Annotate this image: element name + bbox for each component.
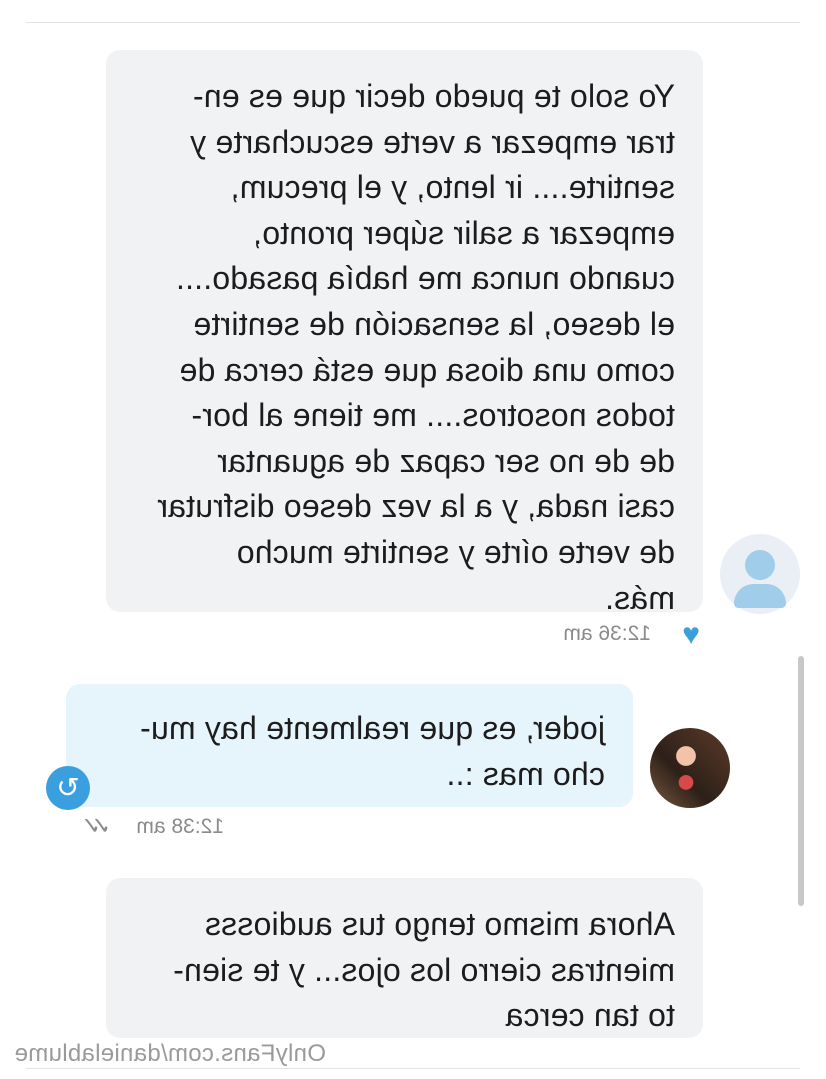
scrollbar[interactable] <box>798 656 804 906</box>
message-bubble-incoming[interactable]: Ahora mismo tengo tus audiosss mientras … <box>106 878 703 1038</box>
message-timestamp: 12:36 am <box>563 622 651 645</box>
message-text-line: cho mas :.. <box>446 755 605 792</box>
message-text-line: cuando nunca me había pasado.... <box>175 260 675 297</box>
message-text-line: más. <box>604 579 675 616</box>
message-text-line: sentirte.... ir lento, y el precum, <box>230 169 676 206</box>
message-text-line: trar empezar a verte escucharte y <box>189 123 675 160</box>
message-text-line: de verte oírte y sentirte mucho <box>236 533 675 570</box>
message-text-line: casi nada, y a la vez deseo disfrutar <box>157 488 675 525</box>
message-bubble-outgoing[interactable]: joder, es que realmente hay mu- cho mas … <box>66 684 633 807</box>
heart-icon[interactable]: ♥ <box>682 618 700 651</box>
creator-avatar[interactable] <box>650 728 730 808</box>
message-text-line: to tan cerca <box>505 997 675 1034</box>
message-timestamp: 12:38 am <box>136 815 224 838</box>
message-text-line: Ahora mismo tengo tus audiosss <box>204 906 675 942</box>
message-text-line: el deseo, la sensación de sentirte <box>193 305 675 342</box>
user-avatar-icon[interactable] <box>720 534 800 614</box>
watermark: OnlyFans.com/danielablume <box>14 1040 326 1067</box>
message-text-line: mientras cierro los ojos... y te sien- <box>173 951 675 988</box>
message-text-line: joder, es que realmente hay mu- <box>139 710 605 746</box>
avatar-body-shape <box>734 584 786 608</box>
message-text-line: de de no ser capaz de aguantar <box>217 442 675 479</box>
bottom-divider <box>26 1068 800 1069</box>
message-text-line: todos nosotros.... me tiene al bor- <box>191 397 675 434</box>
refresh-icon[interactable]: ↻ <box>46 766 90 810</box>
message-text-line: como una diosa que está cerca de <box>179 351 675 388</box>
chat-view: Yo solo te puedo decir que es en- trar e… <box>0 0 826 1079</box>
message-bubble-incoming[interactable]: Yo solo te puedo decir que es en- trar e… <box>106 50 703 616</box>
double-check-icon: ✓✓ <box>90 813 111 840</box>
message-text-line: empezar a salir súper pronto, <box>252 214 675 251</box>
message-text-line: Yo solo te puedo decir que es en- <box>192 78 675 114</box>
avatar-head-shape <box>745 550 775 580</box>
top-divider <box>26 22 800 23</box>
